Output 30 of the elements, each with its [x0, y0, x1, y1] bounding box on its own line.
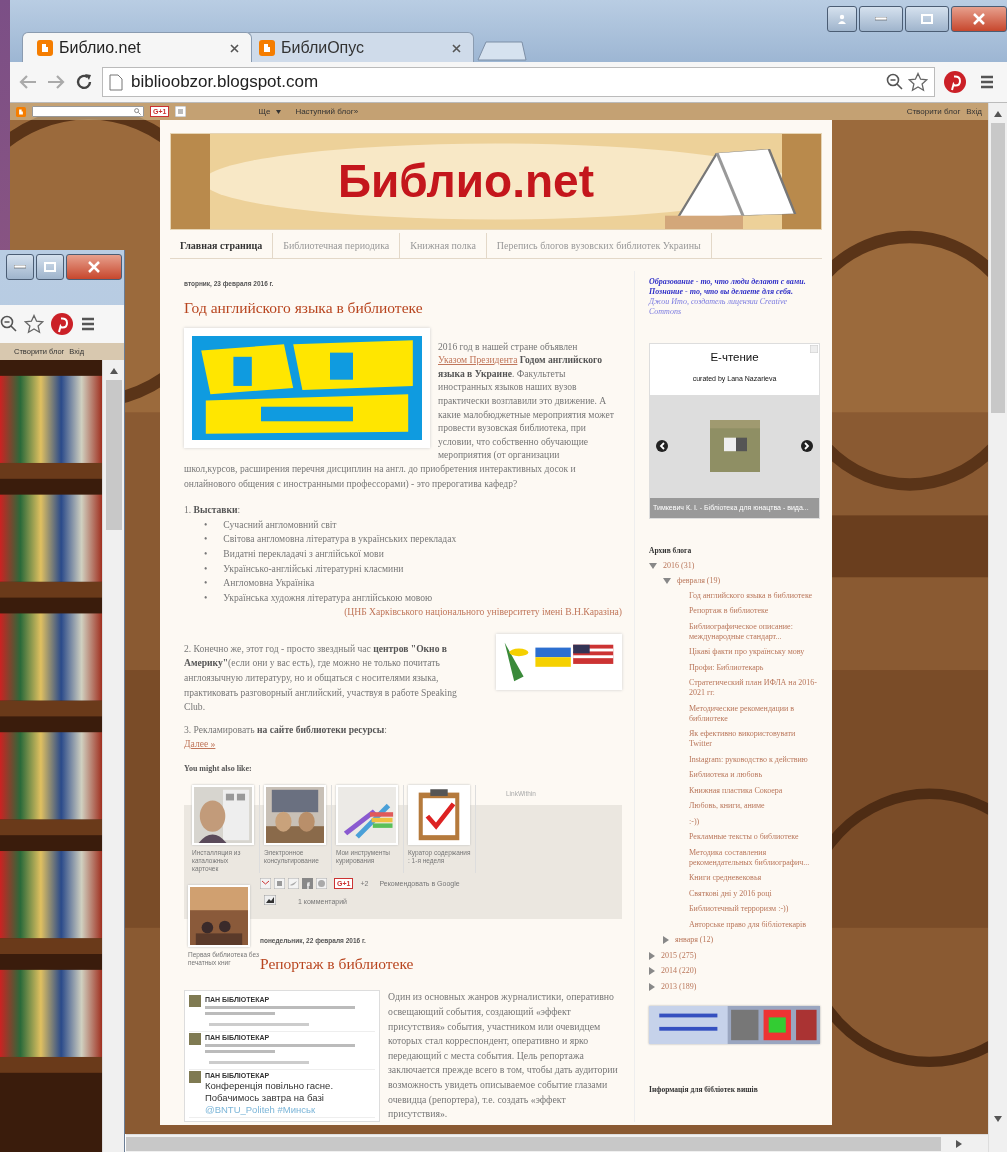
close-icon: [230, 43, 239, 53]
user-icon: [837, 14, 847, 24]
user-button[interactable]: [827, 6, 857, 32]
scroll-thumb[interactable]: [126, 1136, 941, 1151]
scroll-up-icon[interactable]: [994, 111, 1002, 117]
minimize-button[interactable]: [859, 6, 903, 32]
close-icon: [973, 13, 985, 25]
page-icon: [109, 73, 123, 91]
vertical-scrollbar[interactable]: [988, 103, 1007, 1152]
minimize-icon: [875, 17, 887, 21]
menu-icon[interactable]: [979, 74, 995, 90]
tab-title: Библио.net: [59, 37, 141, 58]
blogger-icon: [37, 39, 53, 56]
close-button[interactable]: [951, 6, 1007, 32]
tab-title: БиблиОпус: [281, 37, 365, 58]
scroll-thumb[interactable]: [991, 123, 1005, 413]
maximize-button[interactable]: [905, 6, 949, 32]
url-text: biblioobzor.blogspot.com: [131, 71, 319, 94]
blogger-icon: [259, 39, 275, 56]
browser-tab[interactable]: Библио.net: [22, 32, 252, 62]
maximize-icon: [921, 14, 933, 24]
zoom-icon[interactable]: [886, 73, 904, 91]
reload-icon[interactable]: [74, 72, 94, 92]
horizontal-scrollbar[interactable]: [126, 1134, 988, 1152]
pinterest-icon[interactable]: [943, 70, 967, 94]
scroll-right-icon[interactable]: [956, 1139, 962, 1148]
close-icon: [452, 43, 461, 53]
address-bar[interactable]: biblioobzor.blogspot.com: [102, 67, 935, 97]
scroll-down-icon[interactable]: [994, 1116, 1002, 1122]
star-icon[interactable]: [908, 72, 928, 92]
